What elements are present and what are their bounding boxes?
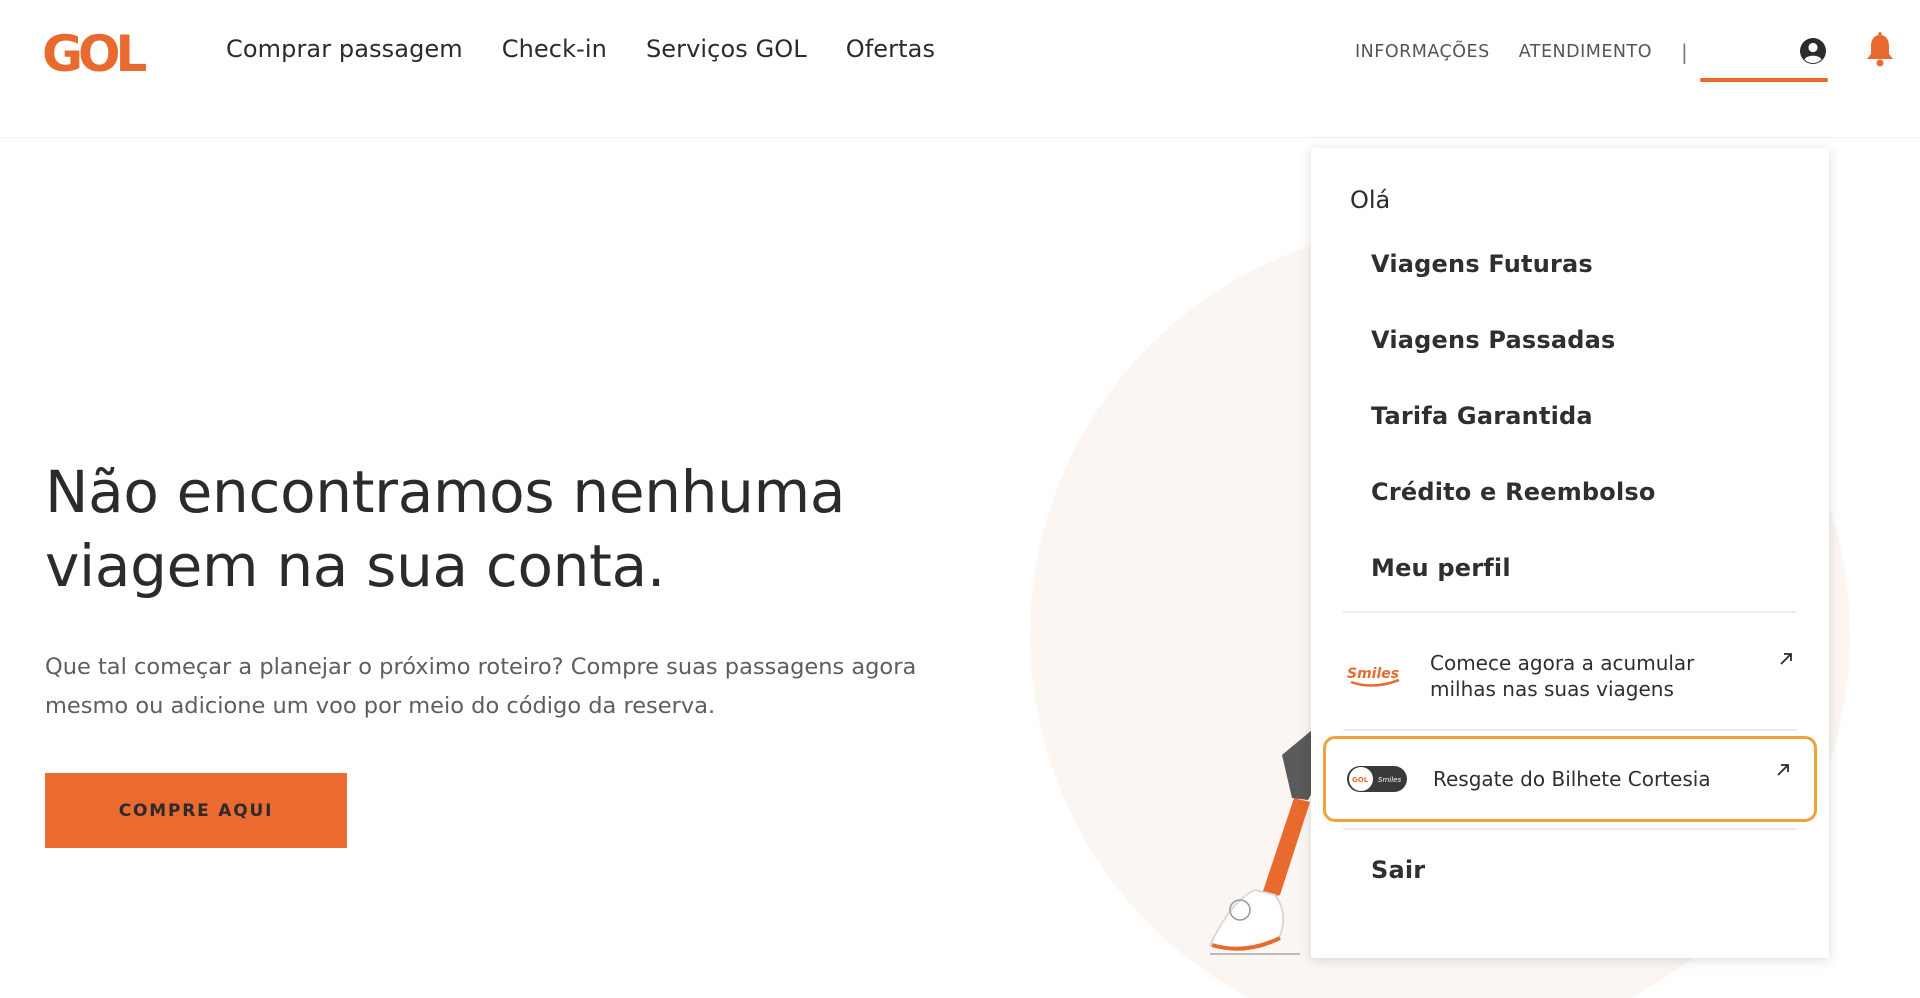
gol-logo[interactable]: GOL	[42, 25, 162, 80]
nav-check-in[interactable]: Check-in	[502, 35, 607, 63]
menu-item-tarifa-garantida[interactable]: Tarifa Garantida	[1371, 402, 1593, 430]
menu-divider	[1343, 828, 1797, 830]
nav-informacoes[interactable]: INFORMAÇÕES	[1355, 42, 1490, 62]
bilhete-cortesia-text: Resgate do Bilhete Cortesia	[1433, 767, 1711, 791]
logout-button[interactable]: Sair	[1371, 856, 1425, 884]
svg-text:GOL: GOL	[42, 25, 147, 80]
menu-item-meu-perfil[interactable]: Meu perfil	[1371, 554, 1511, 582]
smiles-promo-text: Comece agora a acumular milhas nas suas …	[1430, 651, 1695, 701]
nav-servicos-gol[interactable]: Serviços GOL	[646, 35, 807, 63]
external-link-icon	[1780, 653, 1792, 665]
active-indicator	[1700, 78, 1828, 82]
svg-text:GOL: GOL	[1352, 776, 1369, 784]
nav-atendimento[interactable]: ATENDIMENTO	[1519, 42, 1652, 62]
nav-separator: |	[1681, 40, 1688, 64]
smiles-logo: Smiles	[1347, 666, 1400, 687]
menu-divider	[1343, 729, 1797, 731]
user-circle-icon	[1800, 38, 1826, 64]
utility-nav: INFORMAÇÕES ATENDIMENTO |	[1355, 40, 1688, 64]
external-link-icon	[1777, 764, 1789, 776]
nav-comprar-passagem[interactable]: Comprar passagem	[226, 35, 463, 63]
empty-state-title: Não encontramos nenhuma viagem na sua co…	[45, 458, 846, 600]
greeting: Olá	[1350, 186, 1391, 214]
svg-text:Smiles: Smiles	[1378, 776, 1401, 784]
buy-here-button[interactable]: COMPRE AQUI	[45, 773, 347, 848]
bilhete-cortesia-link[interactable]: GOL Smiles Resgate do Bilhete Cortesia	[1323, 736, 1817, 822]
nav-ofertas[interactable]: Ofertas	[846, 35, 935, 63]
empty-state-description: Que tal começar a planejar o próximo rot…	[45, 654, 917, 719]
menu-item-viagens-futuras[interactable]: Viagens Futuras	[1371, 250, 1593, 278]
smiles-promo-link[interactable]: Smiles Comece agora a acumular milhas na…	[1323, 644, 1817, 708]
user-dropdown-menu: Olá Viagens Futuras Viagens Passadas Tar…	[1311, 148, 1829, 958]
user-menu-button[interactable]	[1700, 24, 1828, 82]
gol-smiles-toggle-logo: GOL Smiles	[1347, 766, 1407, 792]
main-nav: Comprar passagem Check-in Serviços GOL O…	[226, 35, 935, 63]
svg-text:Smiles: Smiles	[1347, 666, 1399, 682]
bell-icon[interactable]	[1864, 32, 1896, 68]
menu-item-credito-reembolso[interactable]: Crédito e Reembolso	[1371, 478, 1656, 506]
menu-item-viagens-passadas[interactable]: Viagens Passadas	[1371, 326, 1616, 354]
menu-divider	[1343, 611, 1797, 613]
site-header: GOL Comprar passagem Check-in Serviços G…	[0, 0, 1920, 138]
